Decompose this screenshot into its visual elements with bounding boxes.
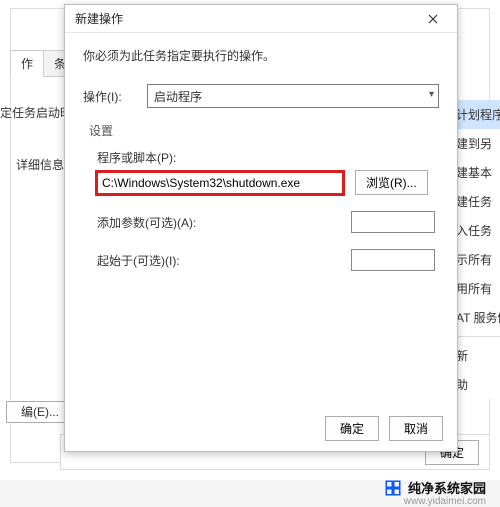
chevron-down-icon: ▾	[429, 89, 434, 100]
settings-group-label: 设置	[89, 122, 439, 139]
tab-actions[interactable]: 作	[10, 50, 44, 77]
close-icon	[428, 14, 438, 24]
arguments-input[interactable]	[351, 211, 435, 233]
titlebar: 新建操作	[65, 5, 457, 33]
logo-icon	[384, 479, 402, 497]
dialog-footer: 确定 取消	[325, 416, 443, 441]
settings-group: 程序或脚本(P): 浏览(R)... 添加参数(可选)(A): 起始于(可选)(…	[83, 149, 439, 271]
close-button[interactable]	[413, 6, 453, 32]
action-combobox[interactable]: 启动程序 ▾	[147, 84, 439, 108]
startin-input[interactable]	[351, 249, 435, 271]
instruction-text: 你必须为此任务指定要执行的操作。	[83, 47, 439, 64]
cancel-button[interactable]: 取消	[389, 416, 443, 441]
program-field: 程序或脚本(P): 浏览(R)...	[97, 149, 435, 195]
startin-field: 起始于(可选)(I):	[97, 249, 435, 271]
action-combobox-value: 启动程序	[154, 88, 202, 105]
watermark-name: 纯净系统家园	[408, 478, 486, 497]
left-details-label: 详细信息	[16, 156, 64, 173]
startin-label: 起始于(可选)(I):	[97, 252, 180, 269]
ok-button[interactable]: 确定	[325, 416, 379, 441]
arguments-label: 添加参数(可选)(A):	[97, 214, 196, 231]
watermark-url: www.yidaimei.com	[404, 496, 486, 507]
action-row: 操作(I): 启动程序 ▾	[83, 84, 439, 108]
new-action-dialog: 新建操作 你必须为此任务指定要执行的操作。 操作(I): 启动程序 ▾ 设置 程…	[64, 4, 458, 452]
trigger-label: 定任务启动时	[0, 104, 72, 121]
action-label: 操作(I):	[83, 88, 147, 105]
program-label: 程序或脚本(P):	[97, 149, 435, 166]
dialog-title: 新建操作	[75, 10, 413, 27]
watermark: 纯净系统家园 www.yidaimei.com	[384, 478, 486, 497]
dialog-body: 你必须为此任务指定要执行的操作。 操作(I): 启动程序 ▾ 设置 程序或脚本(…	[65, 33, 457, 297]
arguments-field: 添加参数(可选)(A):	[97, 211, 435, 233]
program-input[interactable]	[97, 172, 343, 194]
browse-button[interactable]: 浏览(R)...	[355, 170, 428, 195]
